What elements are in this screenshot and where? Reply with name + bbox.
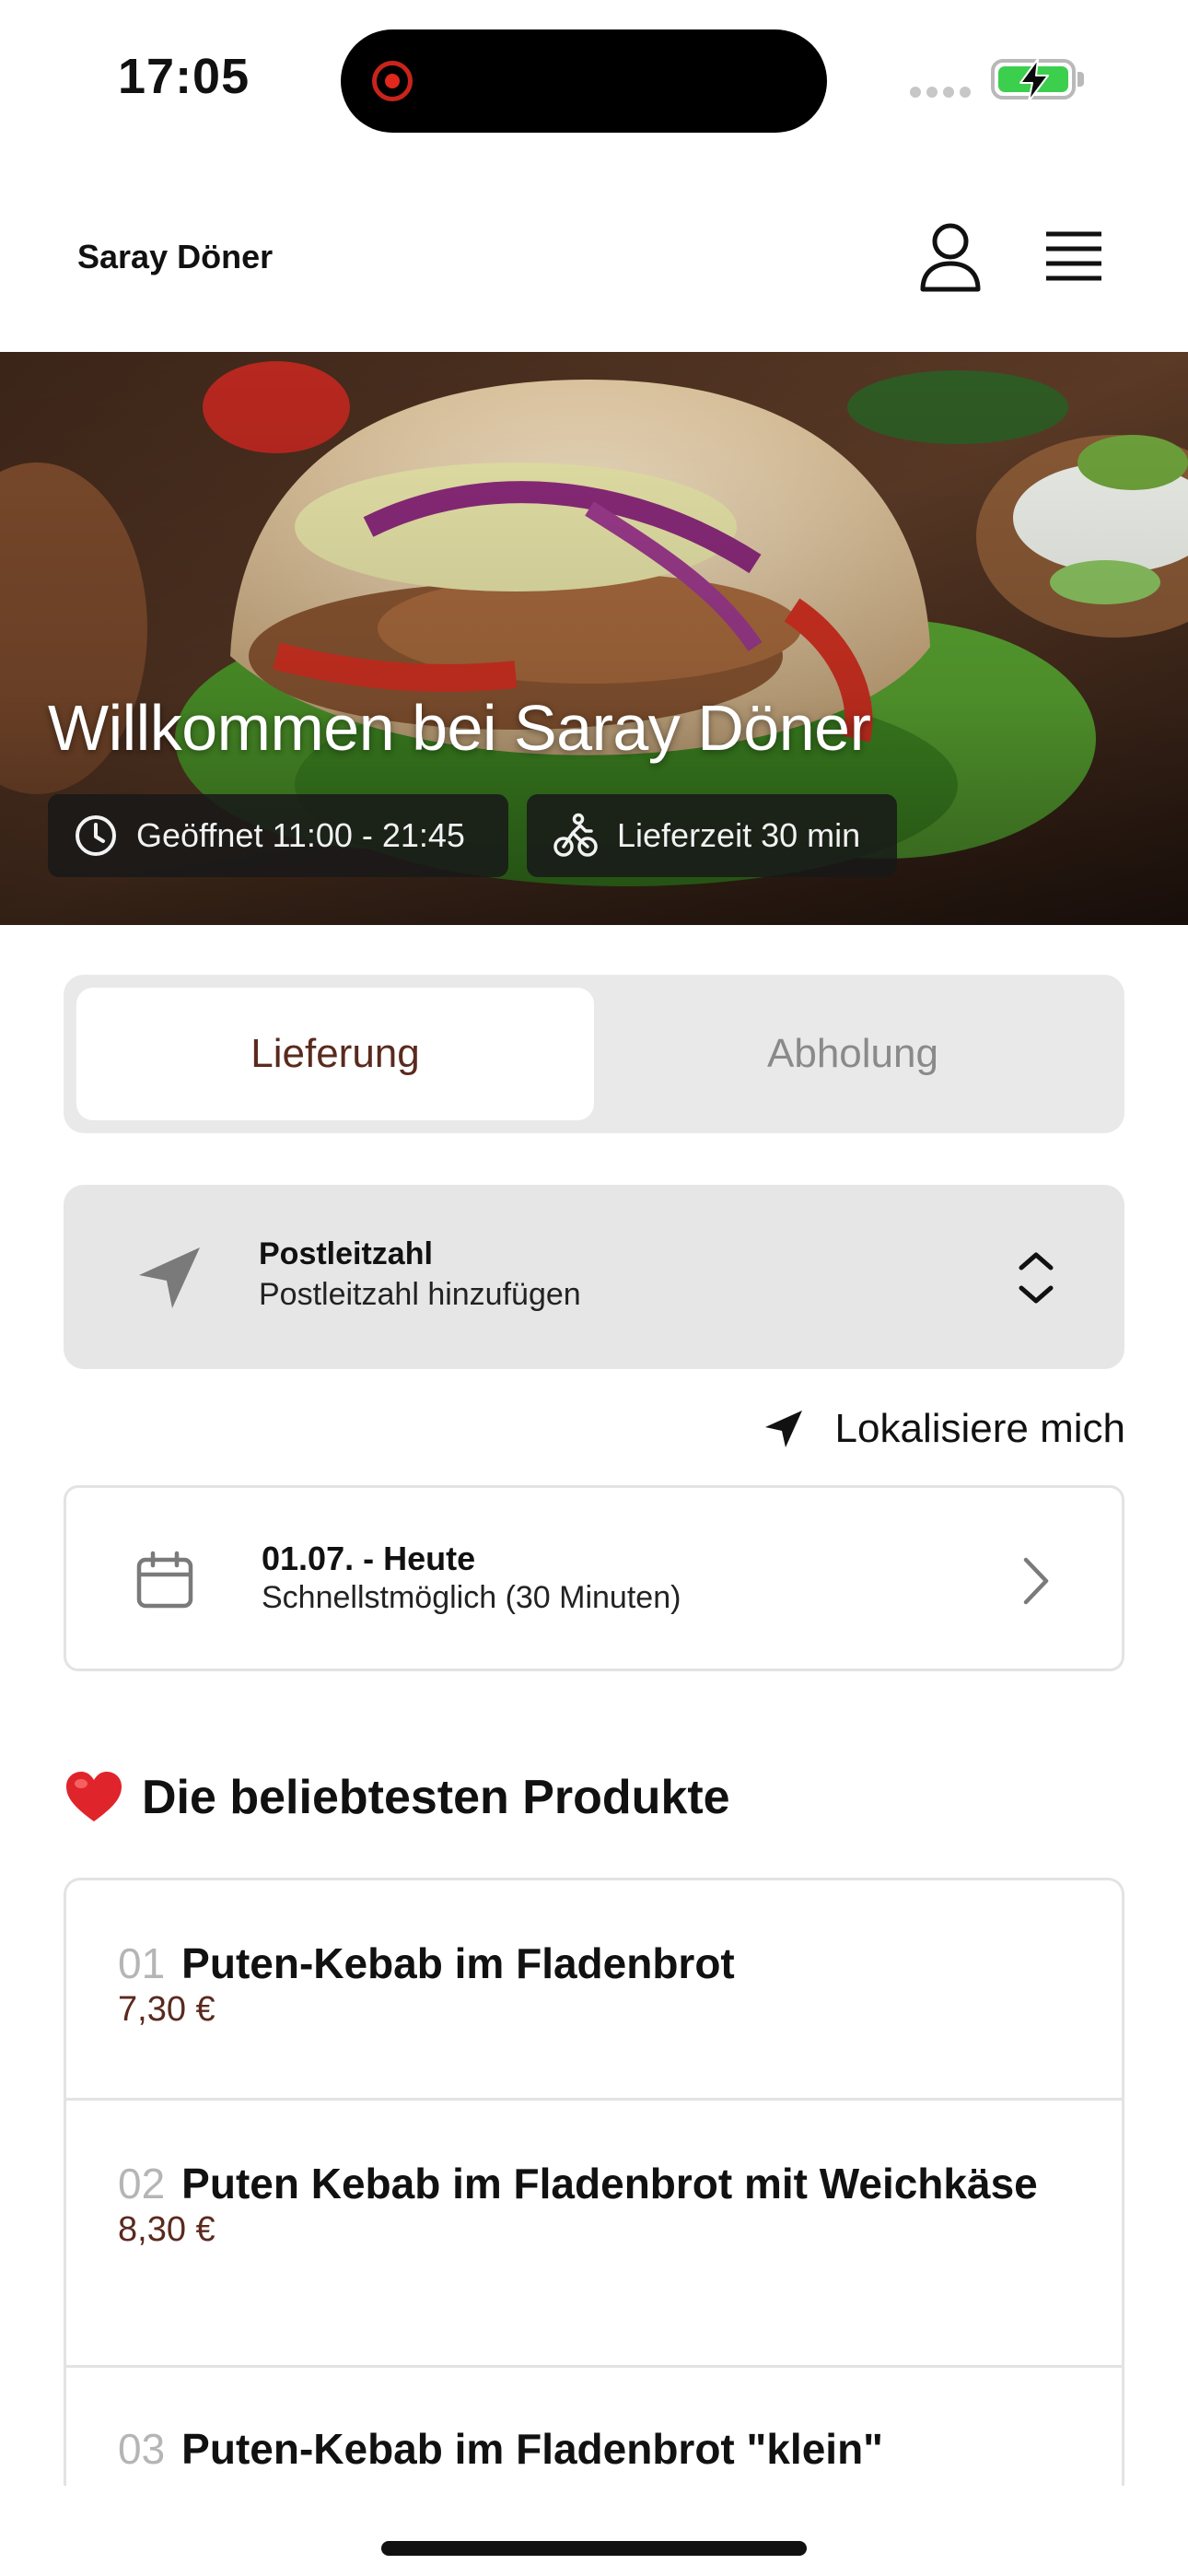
popular-products-list: 01 Puten-Kebab im Fladenbrot 7,30 € 02 Put… [64, 1878, 1124, 2486]
product-number: 01 [118, 1939, 166, 1987]
chevron-up-down-icon [1019, 1252, 1054, 1304]
order-mode-toggle: Lieferung Abholung [64, 975, 1124, 1133]
bicycle-courier-icon [553, 813, 598, 857]
cellular-signal-icon [910, 87, 971, 98]
product-title: 02 Puten Kebab im Fladenbrot mit Weichkäs… [118, 2160, 1070, 2207]
location-arrow-icon [139, 1247, 200, 1308]
chevron-right-icon [1023, 1557, 1049, 1605]
product-item[interactable]: 03 Puten-Kebab im Fladenbrot "klein" [66, 2365, 1122, 2486]
opening-hours-chip: Geöffnet 11:00 - 21:45 [48, 794, 508, 877]
home-indicator[interactable] [381, 2541, 807, 2556]
clock-icon [76, 815, 116, 856]
product-name: Puten-Kebab im Fladenbrot "klein" [181, 2425, 883, 2473]
brand-title[interactable]: Saray Döner [77, 238, 273, 276]
hero-title: Willkommen bei Saray Döner [48, 692, 871, 764]
product-price: 8,30 € [118, 2210, 215, 2249]
product-name: Puten Kebab im Fladenbrot mit Weichkäse [181, 2160, 1038, 2207]
product-number: 02 [118, 2160, 166, 2207]
product-price: 7,30 € [118, 1990, 215, 2029]
postcode-placeholder: Postleitzahl hinzufügen [259, 1277, 581, 1312]
opening-hours-text: Geöffnet 11:00 - 21:45 [136, 816, 465, 854]
battery-cap [1077, 72, 1084, 87]
app-header: Saray Döner [0, 166, 1188, 352]
hamburger-menu-icon[interactable] [1037, 221, 1111, 291]
navigation-arrow-icon [764, 1411, 802, 1447]
product-title: 01 Puten-Kebab im Fladenbrot [118, 1939, 1070, 1987]
delivery-date-picker[interactable]: 01.07. - Heute Schnellstmöglich (30 Minu… [64, 1485, 1124, 1671]
recording-indicator-icon [372, 61, 413, 101]
person-icon[interactable] [912, 217, 989, 295]
product-name: Puten-Kebab im Fladenbrot [181, 1939, 735, 1987]
delivery-time-text: Lieferzeit 30 min [617, 816, 861, 854]
delivery-time-chip: Lieferzeit 30 min [527, 794, 897, 877]
calendar-icon [136, 1551, 193, 1609]
heart-icon [66, 1772, 122, 1821]
charging-bolt-icon [1019, 58, 1049, 102]
tab-pickup[interactable]: Abholung [594, 988, 1112, 1120]
popular-products-heading: Die beliebtesten Produkte [64, 1765, 730, 1830]
screen: 17:05 Saray Döner Willkommen bei Saray D… [0, 0, 1188, 2576]
popular-products-title: Die beliebtesten Produkte [142, 1771, 730, 1824]
product-number: 03 [118, 2425, 166, 2473]
postcode-label: Postleitzahl [259, 1236, 433, 1271]
tab-delivery[interactable]: Lieferung [76, 988, 594, 1120]
product-title: 03 Puten-Kebab im Fladenbrot "klein" [118, 2425, 1070, 2473]
status-time: 17:05 [118, 49, 250, 104]
date-primary: 01.07. - Heute [262, 1540, 476, 1577]
locate-me-label: Lokalisiere mich [834, 1406, 1125, 1451]
hero-banner: Willkommen bei Saray Döner Geöffnet 11:0… [0, 352, 1188, 925]
product-item[interactable]: 02 Puten Kebab im Fladenbrot mit Weichkäs… [66, 2098, 1122, 2365]
product-item[interactable]: 01 Puten-Kebab im Fladenbrot 7,30 € [66, 1880, 1122, 2098]
status-bar: 17:05 [0, 0, 1188, 157]
date-secondary: Schnellstmöglich (30 Minuten) [262, 1580, 681, 1615]
locate-me-button[interactable]: Lokalisiere mich [744, 1397, 1125, 1461]
postcode-field[interactable]: Postleitzahl Postleitzahl hinzufügen [64, 1185, 1124, 1369]
dynamic-island [341, 29, 827, 133]
